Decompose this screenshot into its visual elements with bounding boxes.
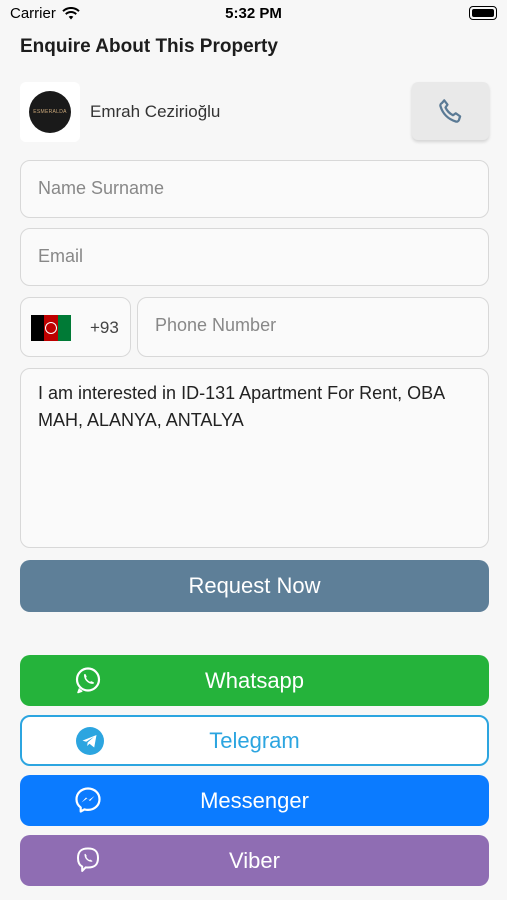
message-text: I am interested in ID-131 Apartment For … — [38, 383, 445, 430]
agent-logo-mark: ESMERALDA — [29, 91, 71, 133]
phone-icon — [438, 99, 461, 123]
agent-row: ESMERALDA Emrah Cezirioğlu — [20, 82, 489, 142]
email-placeholder: Email — [38, 246, 84, 266]
phone-placeholder: Phone Number — [155, 315, 277, 335]
battery-icon — [469, 6, 497, 20]
whatsapp-icon — [75, 667, 101, 694]
email-field[interactable]: Email — [20, 228, 489, 286]
messenger-icon — [75, 787, 101, 813]
name-field[interactable]: Name Surname — [20, 160, 489, 218]
request-now-button[interactable]: Request Now — [20, 560, 489, 612]
country-code: +93 — [90, 318, 119, 337]
viber-button[interactable]: Viber — [20, 835, 489, 886]
whatsapp-button[interactable]: Whatsapp — [20, 655, 489, 706]
viber-label: Viber — [229, 847, 280, 873]
status-bar: Carrier 5:32 PM — [0, 0, 507, 28]
telegram-label: Telegram — [209, 727, 300, 753]
telegram-button[interactable]: Telegram — [20, 715, 489, 766]
whatsapp-label: Whatsapp — [204, 667, 305, 693]
name-placeholder: Name Surname — [38, 178, 165, 198]
page-title: Enquire About This Property — [20, 36, 278, 57]
country-code-picker[interactable]: +93 — [20, 297, 131, 357]
afghanistan-flag-icon — [31, 315, 71, 341]
agent-name: Emrah Cezirioğlu — [90, 102, 221, 121]
telegram-icon — [76, 727, 104, 755]
viber-icon — [77, 847, 99, 872]
phone-number-field[interactable]: Phone Number — [137, 297, 489, 357]
call-button[interactable] — [412, 82, 489, 140]
clock: 5:32 PM — [225, 5, 282, 22]
agent-logo: ESMERALDA — [20, 82, 80, 142]
message-field[interactable]: I am interested in ID-131 Apartment For … — [20, 368, 489, 548]
messenger-button[interactable]: Messenger — [20, 775, 489, 826]
messenger-label: Messenger — [200, 787, 309, 813]
